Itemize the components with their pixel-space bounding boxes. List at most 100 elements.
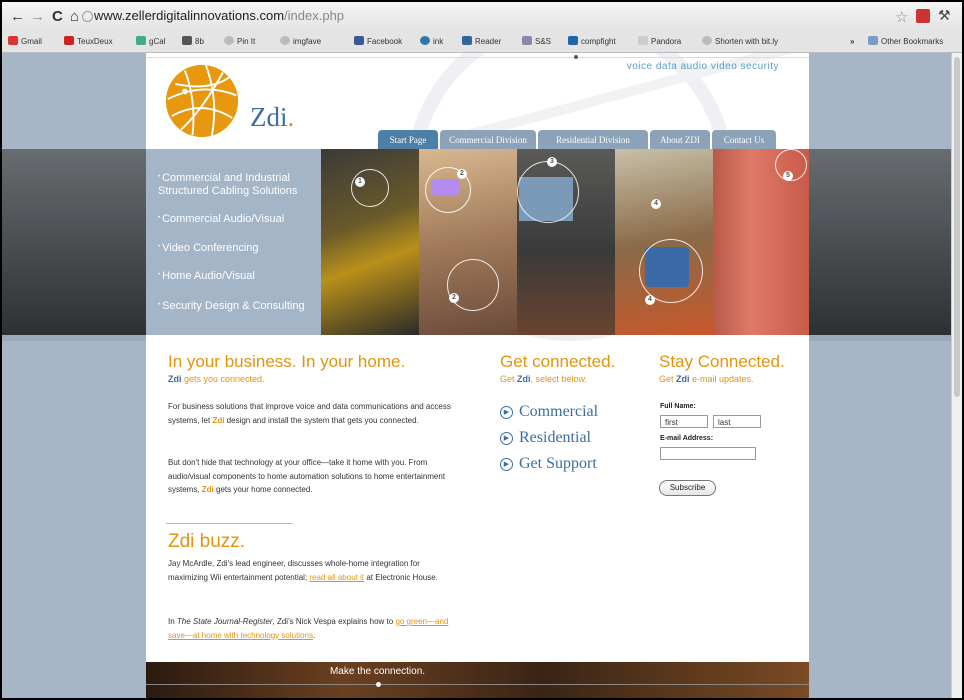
bookmark-facebook[interactable]: Facebook — [354, 35, 402, 49]
bookmark-imgfave[interactable]: imgfave — [280, 35, 321, 49]
highlight-circle — [351, 169, 389, 207]
screen-glow — [431, 179, 459, 195]
para-text: In — [168, 617, 177, 626]
buzz-item-wii: Jay McArdle, Zdi's lead engineer, discus… — [168, 557, 458, 584]
bookmark-bitly[interactable]: Shorten with bit.ly — [702, 35, 778, 49]
address-bar[interactable]: www.zellerdigitalinnovations.com/index.p… — [94, 8, 344, 23]
vertical-scrollbar[interactable] — [951, 53, 962, 698]
bookmark-gmail[interactable]: Gmail — [8, 35, 42, 49]
tab-start-page[interactable]: Start Page — [378, 130, 438, 150]
bookmark-8b[interactable]: 8b — [182, 35, 204, 49]
photo-cabling[interactable]: 1 — [321, 149, 419, 335]
highlight-circle — [517, 161, 579, 223]
other-bookmarks[interactable]: Other Bookmarks — [868, 35, 943, 49]
bookmark-pinit[interactable]: Pin It — [224, 35, 255, 49]
bookmark-label: Facebook — [367, 37, 403, 46]
other-bookmarks-label: Other Bookmarks — [881, 37, 944, 46]
photo-remote[interactable]: 2 2 — [419, 149, 517, 335]
wrench-icon[interactable]: ⚒ — [938, 7, 951, 24]
bullet-icon: • — [158, 215, 161, 221]
site-container: voice data audio video security Zdi. Sta… — [146, 53, 809, 698]
link-label: Commercial — [519, 403, 599, 420]
brand-name: Zdi — [676, 374, 690, 384]
extension-icon[interactable] — [916, 9, 930, 23]
bookmark-compfight[interactable]: compfight — [568, 35, 616, 49]
footer-band: Make the connection. — [146, 662, 809, 698]
bookmarks-overflow-icon[interactable]: » — [850, 35, 854, 49]
home-icon[interactable]: ⌂ — [70, 8, 79, 26]
ink-icon — [420, 36, 430, 45]
last-name-field[interactable]: last — [713, 415, 761, 428]
photo-home-av[interactable]: 4 4 — [615, 149, 713, 335]
bookmark-label: Pin It — [237, 37, 256, 46]
scrollbar-thumb[interactable] — [954, 57, 960, 397]
menu-item-cabling[interactable]: • Commercial and Industrial Structured Ca… — [158, 171, 313, 198]
main-subheading: Zdi gets you connected. — [168, 374, 265, 384]
commercial-link[interactable]: ▶ Commercial — [500, 403, 598, 421]
photo-number: 2 — [449, 293, 459, 303]
gcal-icon — [136, 36, 146, 45]
folder-icon — [868, 36, 878, 45]
bookmark-label: compfight — [581, 37, 616, 46]
para-text: . — [312, 630, 316, 640]
url-host: www.zellerdigitalinnovations.com — [94, 8, 285, 23]
bookmark-teuxdeux[interactable]: TeuxDeux — [64, 35, 113, 49]
tab-residential-division[interactable]: Residential Division — [538, 130, 648, 150]
tab-contact-us[interactable]: Contact Us — [712, 130, 776, 150]
arrow-circle-icon: ▶ — [500, 406, 513, 419]
menu-item-security[interactable]: • Security Design & Consulting — [158, 299, 305, 313]
menu-item-label: Commercial and Industrial Structured Cab… — [158, 172, 298, 197]
email-field[interactable] — [660, 447, 756, 460]
page-info-icon[interactable] — [82, 11, 93, 22]
footer-rule — [146, 684, 809, 685]
photo-number: 4 — [651, 199, 661, 209]
tab-about-zdi[interactable]: About ZDI — [650, 130, 710, 150]
subheading-text: e-mail updates. — [689, 374, 754, 384]
menu-item-label: Commercial Audio/Visual — [162, 213, 285, 225]
heart-icon — [280, 36, 290, 45]
photo-number: 4 — [645, 295, 655, 305]
8b-icon — [182, 36, 192, 45]
forward-icon[interactable]: → — [30, 8, 45, 26]
bitly-icon — [702, 36, 712, 45]
tab-commercial-division[interactable]: Commercial Division — [440, 130, 536, 150]
photo-conference[interactable]: 3 — [517, 149, 615, 335]
footer-tagline: Make the connection. — [329, 666, 426, 677]
reader-icon — [462, 36, 472, 45]
photo-number: 2 — [457, 169, 467, 179]
globe-logo-icon[interactable] — [164, 63, 240, 139]
get-connected-subheading: Get Zdi, select below. — [500, 374, 587, 384]
first-name-field[interactable]: first — [660, 415, 708, 428]
get-support-link[interactable]: ▶ Get Support — [500, 455, 597, 473]
bookmark-reader[interactable]: Reader — [462, 35, 501, 49]
stay-connected-subheading: Get Zdi e-mail updates. — [659, 374, 754, 384]
para-text: , Zdi's Nick Vespa explains how to — [272, 617, 396, 626]
top-rule-dot — [574, 55, 578, 59]
residential-link[interactable]: ▶ Residential — [500, 429, 591, 447]
link-label: Residential — [519, 429, 591, 446]
menu-item-commercial-av[interactable]: • Commercial Audio/Visual — [158, 212, 284, 226]
buzz-heading: Zdi buzz. — [168, 531, 246, 552]
email-label: E-mail Address: — [660, 435, 714, 442]
bookmark-pandora[interactable]: Pandora — [638, 35, 681, 49]
logo-text[interactable]: Zdi. — [250, 102, 294, 133]
read-all-about-it-link[interactable]: read all about it — [309, 573, 364, 582]
bookmark-label: Pandora — [651, 37, 682, 46]
para-text: at Electronic House. — [364, 572, 438, 582]
back-icon[interactable]: ← — [10, 8, 25, 26]
star-icon[interactable]: ☆ — [895, 8, 908, 26]
bookmark-gcal[interactable]: gCal — [136, 35, 165, 49]
menu-item-video-conferencing[interactable]: • Video Conferencing — [158, 241, 259, 255]
para-text: design and install the system that gets … — [224, 415, 419, 425]
browser-toolbar: ← → C ⌂ www.zellerdigitalinnovations.com… — [2, 2, 962, 32]
reload-icon[interactable]: C — [52, 8, 63, 26]
photo-security[interactable]: 5 — [713, 149, 809, 335]
bookmark-ink[interactable]: ink — [420, 35, 443, 49]
get-connected-heading: Get connected. — [500, 352, 616, 371]
menu-item-home-av[interactable]: • Home Audio/Visual — [158, 269, 255, 283]
url-path: /index.php — [284, 8, 345, 23]
brand-name: Zdi — [201, 485, 214, 494]
bullet-icon: • — [158, 302, 161, 308]
subscribe-button[interactable]: Subscribe — [659, 480, 716, 496]
bookmark-ss[interactable]: S&S — [522, 35, 551, 49]
